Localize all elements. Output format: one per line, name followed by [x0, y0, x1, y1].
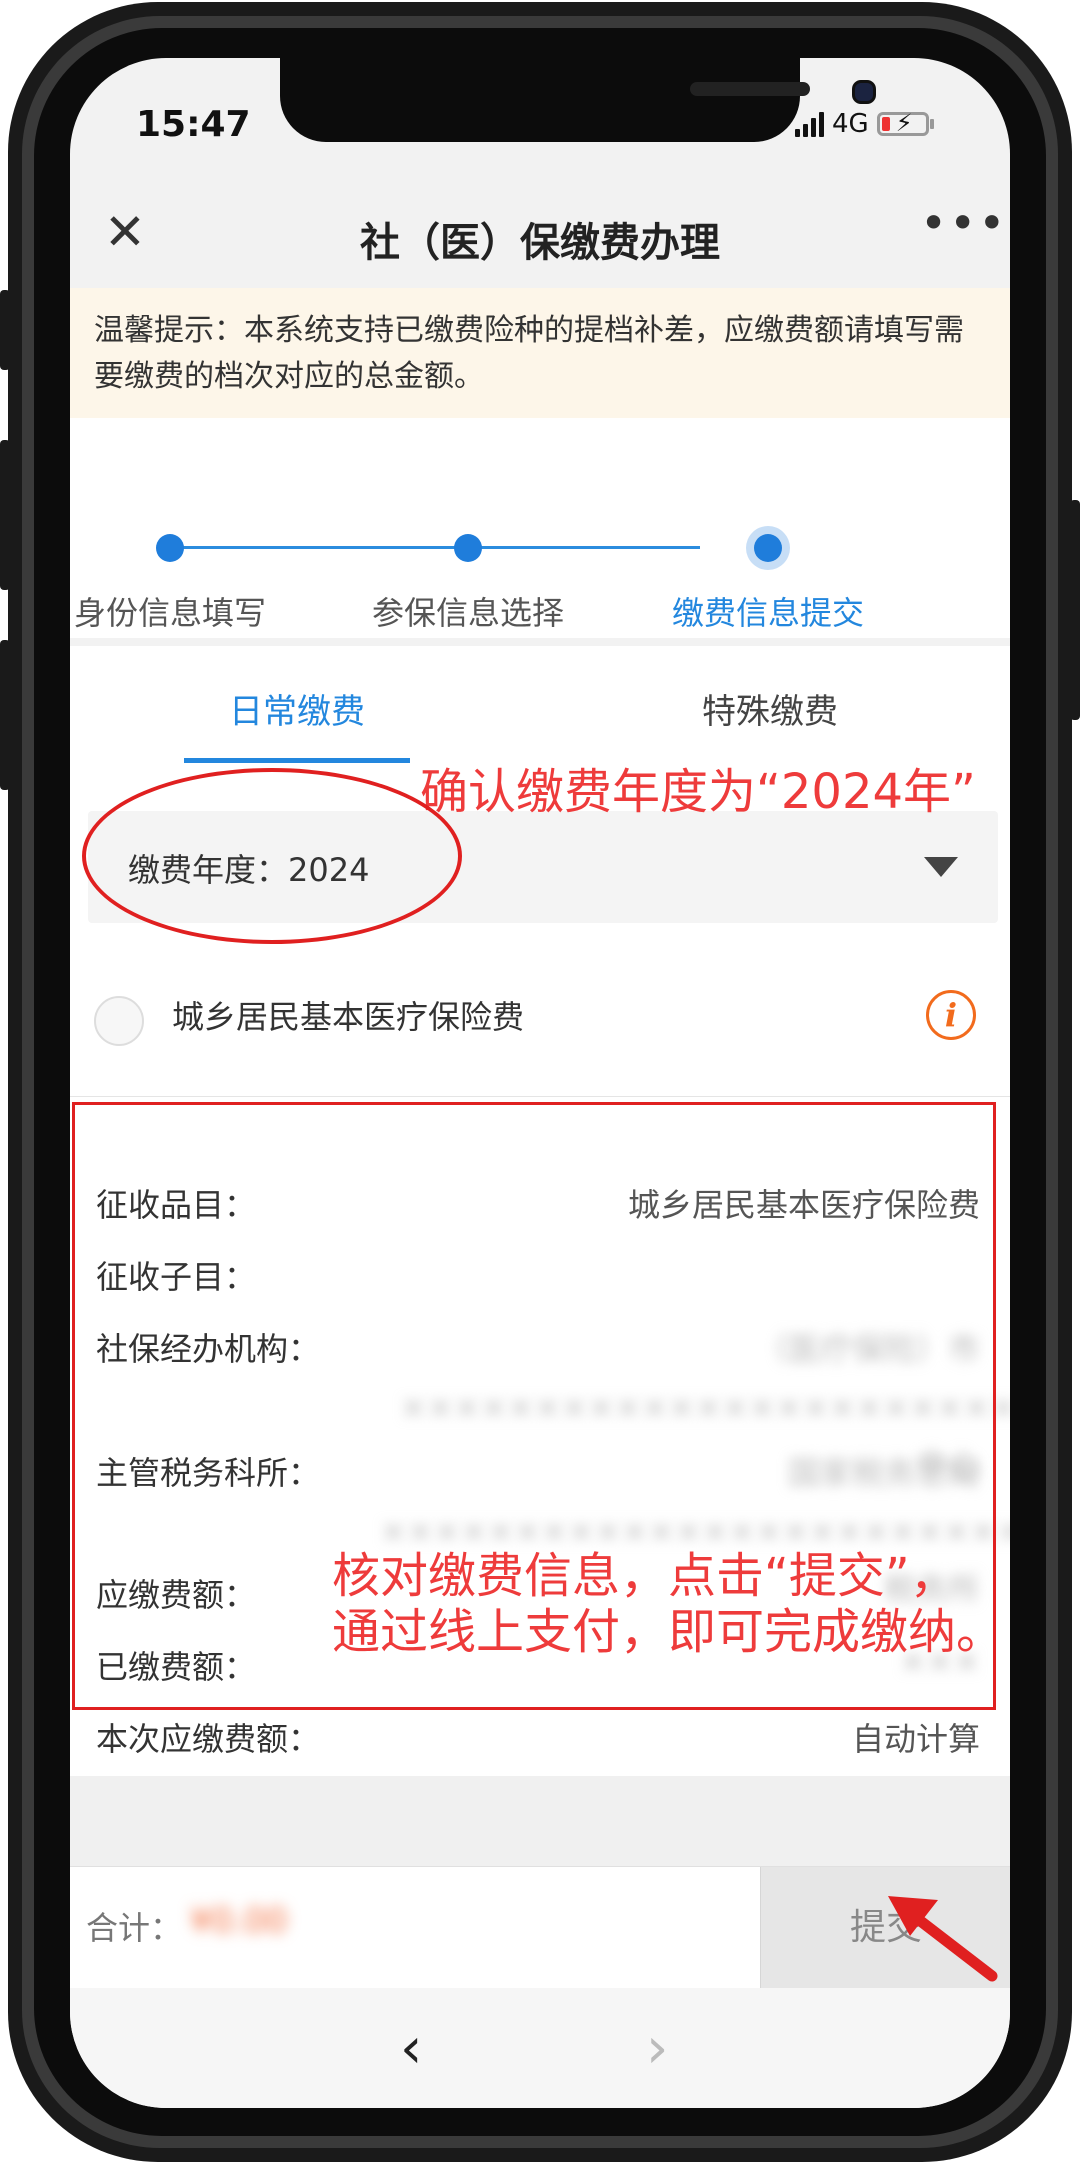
notice-banner: 温馨提示：本系统支持已缴费险种的提档补差，应缴费额请填写需要缴费的档次对应的总金… — [70, 288, 1010, 418]
forward-arrow-icon[interactable]: › — [646, 2016, 668, 2081]
power-button — [1070, 500, 1080, 720]
annotation-detail-note-line2: 通过线上支付，即可完成缴纳。 — [332, 1604, 1005, 1660]
payment-tabs: 日常缴费 特殊缴费 — [70, 646, 1010, 766]
screen: 15:47 4G ⚡ ✕ 社（医）保缴费办理 ••• 温馨提示：本系统支持已缴费… — [70, 58, 1010, 2108]
annotation-arrow — [888, 1896, 998, 1982]
step-connector — [170, 546, 700, 549]
chevron-down-icon — [924, 857, 958, 877]
step-label-1: 身份信息填写 — [73, 594, 266, 632]
volume-down-button — [0, 640, 10, 790]
step-dot-3 — [754, 534, 782, 562]
browser-nav-bar: ‹ › — [70, 1988, 1010, 2108]
notch — [280, 58, 876, 142]
signal-icon — [795, 111, 824, 137]
annotation-ellipse — [82, 768, 462, 944]
total-label: 合计： — [86, 1909, 183, 1947]
network-type: 4G — [832, 109, 869, 139]
active-tab-indicator — [184, 758, 410, 763]
insurance-checkbox[interactable] — [94, 996, 144, 1046]
mute-switch — [0, 290, 10, 370]
volume-up-button — [0, 440, 10, 590]
detail-label: 本次应缴费额： — [96, 1720, 321, 1758]
status-time: 15:47 — [136, 104, 251, 145]
tab-daily-payment[interactable]: 日常缴费 — [147, 684, 447, 733]
progress-stepper: 身份信息填写 参保信息选择 缴费信息提交 — [70, 418, 1010, 638]
divider — [70, 1096, 1010, 1097]
spacer — [70, 1776, 1010, 1866]
back-arrow-icon[interactable]: ‹ — [400, 2016, 422, 2081]
battery-icon: ⚡ — [876, 109, 929, 137]
step-dot-2 — [454, 534, 482, 562]
insurance-item-label: 城乡居民基本医疗保险费 — [172, 998, 525, 1036]
step-dot-1 — [156, 534, 184, 562]
step-label-3: 缴费信息提交 — [671, 594, 864, 632]
more-icon[interactable]: ••• — [920, 196, 1007, 250]
speaker — [690, 82, 810, 96]
annotation-year-note: 确认缴费年度为“2024年” — [420, 764, 976, 820]
total-amount: ¥0.00 — [190, 1901, 288, 1941]
detail-value: 自动计算 — [851, 1720, 980, 1758]
title-bar: ✕ 社（医）保缴费办理 ••• — [70, 178, 1010, 288]
status-indicators: 4G ⚡ — [795, 108, 934, 140]
tab-special-payment[interactable]: 特殊缴费 — [620, 684, 920, 733]
step-label-2: 参保信息选择 — [371, 594, 564, 632]
page-title: 社（医）保缴费办理 — [360, 220, 720, 266]
bottom-action-bar: 合计： ¥0.00 提交 — [70, 1866, 1010, 1989]
front-camera — [852, 80, 876, 104]
info-icon[interactable]: i — [926, 990, 976, 1040]
